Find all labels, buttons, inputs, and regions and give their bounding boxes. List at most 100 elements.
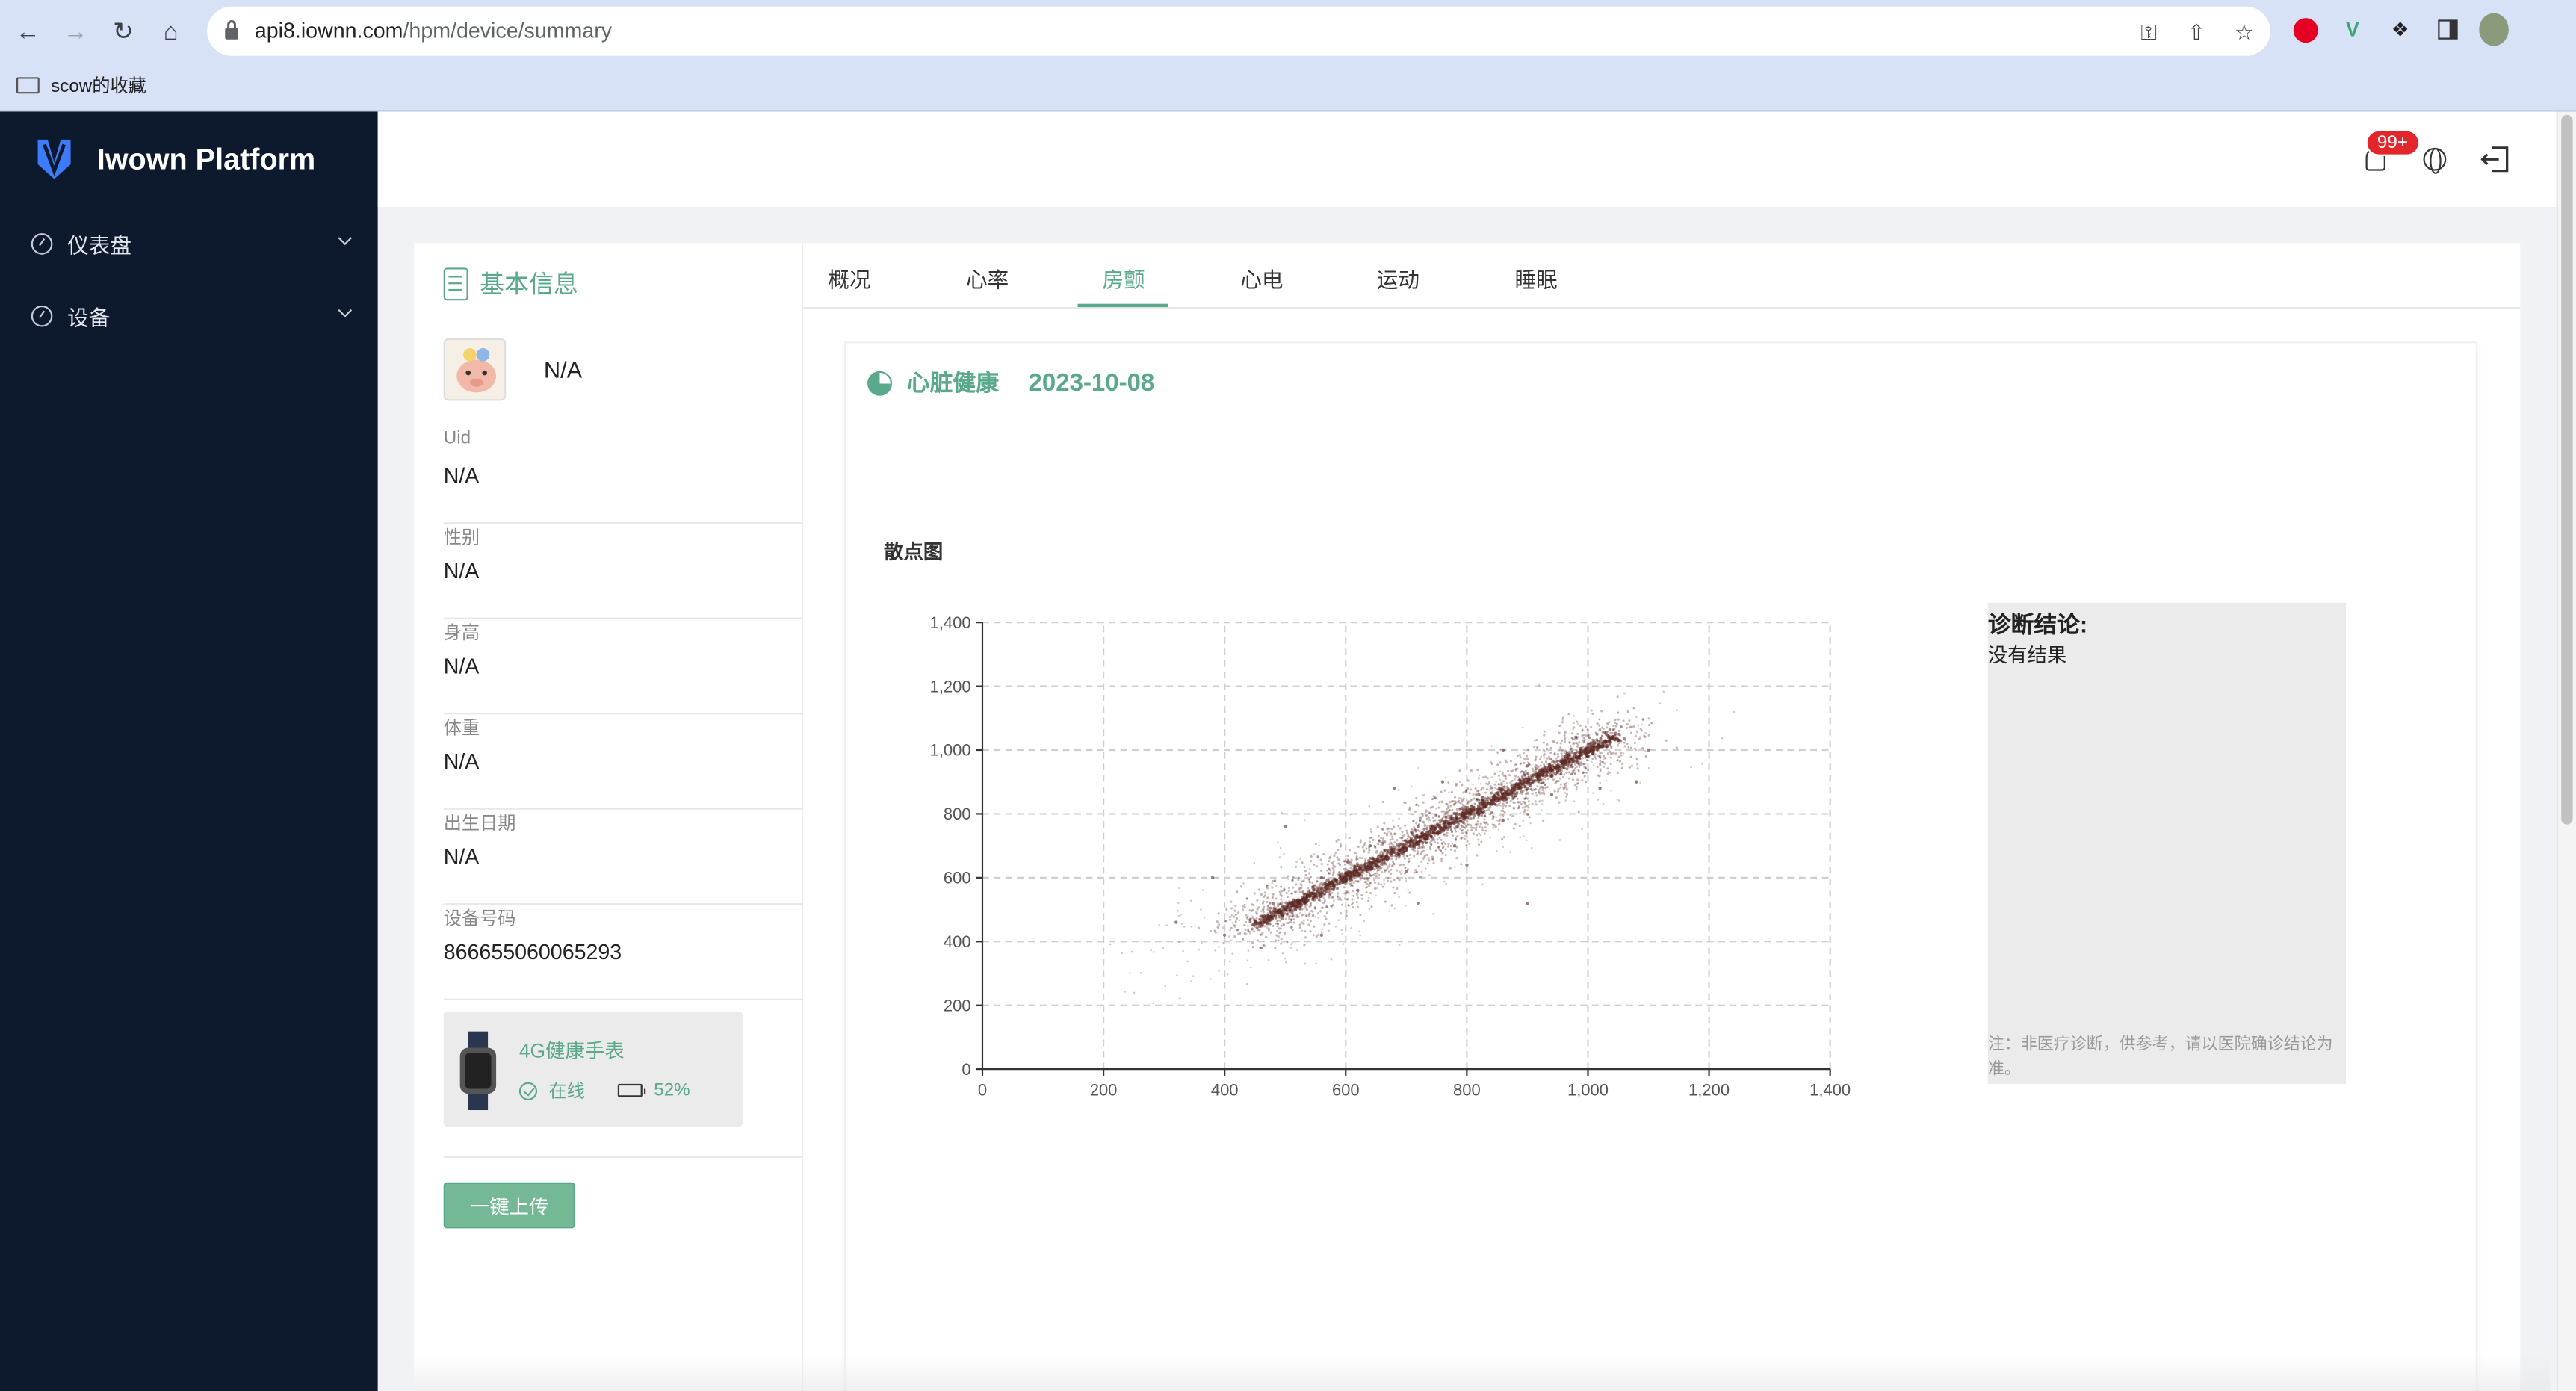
scatter-point [1573, 772, 1576, 776]
scatter-point [1582, 737, 1585, 740]
page-scrollbar[interactable] [2556, 111, 2576, 1391]
scatter-points [1109, 684, 1736, 1005]
scatter-point [1542, 741, 1545, 744]
profile-avatar-icon[interactable] [2479, 13, 2509, 46]
scatter-point [1509, 813, 1512, 816]
tab-ecg[interactable]: 心电 [1240, 263, 1283, 294]
scatter-point [1256, 939, 1259, 942]
scatter-point [1452, 821, 1455, 825]
scatter-point [1637, 724, 1640, 727]
side-panel-icon[interactable] [2433, 15, 2463, 45]
scatter-point [1526, 809, 1529, 811]
scatter-point [1365, 873, 1368, 876]
forward-icon[interactable]: → [59, 15, 92, 48]
scatter-point [1585, 781, 1588, 784]
scatter-point [1165, 924, 1168, 926]
scatter-point [1544, 787, 1547, 790]
scatter-point [1298, 912, 1301, 914]
globe-icon[interactable] [2423, 147, 2447, 175]
sidebar-item-devices[interactable]: 设备 [0, 282, 378, 348]
scatter-point [1511, 796, 1515, 800]
scatter-point [1558, 725, 1561, 728]
scatter-point [1363, 862, 1367, 866]
scatter-point [1461, 831, 1464, 834]
scatter-point [1462, 791, 1465, 794]
scatter-point [1558, 749, 1561, 752]
scatter-point [1291, 929, 1294, 932]
scatter-point [1352, 905, 1354, 908]
scatter-point [1617, 718, 1620, 721]
device-card[interactable]: 4G健康手表 在线 52% [443, 1012, 743, 1127]
scatter-point [1380, 813, 1383, 816]
logout-icon[interactable] [2480, 146, 2510, 173]
scatter-point [1328, 922, 1331, 925]
address-bar[interactable]: api8.iownn.com/hpm/device/summary ⚿ ⇧ ☆ [207, 6, 2270, 56]
scatter-point [1340, 912, 1343, 915]
scatter-point [1564, 737, 1567, 740]
tab-sleep[interactable]: 睡眠 [1514, 263, 1557, 294]
bookmark-folder[interactable]: scow的收藏 [16, 72, 146, 99]
puzzle-icon[interactable]: ❖ [2385, 15, 2415, 45]
scatter-point [1288, 917, 1291, 920]
scatter-point [1349, 867, 1352, 870]
scatter-point [1428, 874, 1431, 876]
scatter-point [1555, 766, 1559, 769]
x-tick-label: 400 [1211, 1080, 1239, 1099]
key-icon[interactable]: ⚿ [2136, 19, 2162, 46]
scatter-point [1429, 806, 1432, 809]
scatter-point [1182, 949, 1184, 952]
scrollbar-thumb[interactable] [2561, 114, 2573, 825]
tab-overview[interactable]: 概况 [828, 263, 870, 294]
scatter-point [1381, 871, 1384, 874]
back-icon[interactable]: ← [11, 15, 44, 48]
tab-exercise[interactable]: 运动 [1377, 263, 1419, 294]
scatter-point [1502, 836, 1505, 839]
scatter-point [1229, 929, 1231, 932]
vue-extension-icon[interactable]: V [2338, 15, 2368, 45]
scatter-point [1273, 908, 1277, 911]
scatter-point [1289, 920, 1292, 923]
scatter-point [1233, 915, 1236, 918]
scatter-point [1300, 884, 1303, 887]
scatter-point [1252, 903, 1255, 906]
scatter-point [1627, 746, 1630, 749]
scatter-point [1601, 752, 1603, 755]
check-circle-icon [518, 1081, 538, 1100]
scatter-point [1431, 836, 1434, 840]
tab-afib[interactable]: 房颤 [1103, 263, 1145, 294]
scatter-point [1189, 899, 1192, 902]
scatter-point [1417, 864, 1420, 867]
reload-icon[interactable]: ↻ [107, 15, 140, 48]
scatter-point [1302, 922, 1305, 925]
scatter-point [1500, 792, 1504, 796]
pinterest-icon[interactable] [2290, 15, 2320, 45]
scatter-point [1461, 829, 1464, 832]
star-icon[interactable]: ☆ [2231, 19, 2257, 46]
scatter-point [1628, 719, 1631, 722]
brand[interactable]: Iwown Platform [36, 138, 315, 181]
sidebar-item-dashboard[interactable]: 仪表盘 [0, 210, 378, 276]
scatter-point [1391, 860, 1395, 864]
scatter-point [1490, 791, 1493, 795]
scatter-point [1601, 726, 1604, 729]
scatter-point [1343, 860, 1346, 863]
scatter-point [1414, 803, 1418, 806]
scatter-point [1346, 861, 1349, 864]
scatter-point [1351, 870, 1354, 873]
scatter-point [1355, 862, 1359, 866]
share-icon[interactable]: ⇧ [2183, 19, 2209, 46]
home-icon[interactable]: ⌂ [155, 15, 188, 48]
scatter-point [1387, 831, 1390, 833]
scatter-point [1519, 812, 1522, 814]
scatter-point [1576, 732, 1579, 735]
chart-title: 散点图 [884, 540, 944, 564]
upload-button[interactable]: 一键上传 [443, 1182, 575, 1229]
scatter-point [1617, 742, 1620, 745]
scatter-point [1602, 802, 1605, 805]
scatter-point [1422, 821, 1425, 824]
scatter-point [1253, 861, 1256, 864]
scatter-point [1476, 855, 1479, 857]
scatter-point [1523, 808, 1526, 811]
tab-heart-rate[interactable]: 心率 [966, 263, 1009, 294]
scatter-point [1304, 873, 1307, 876]
